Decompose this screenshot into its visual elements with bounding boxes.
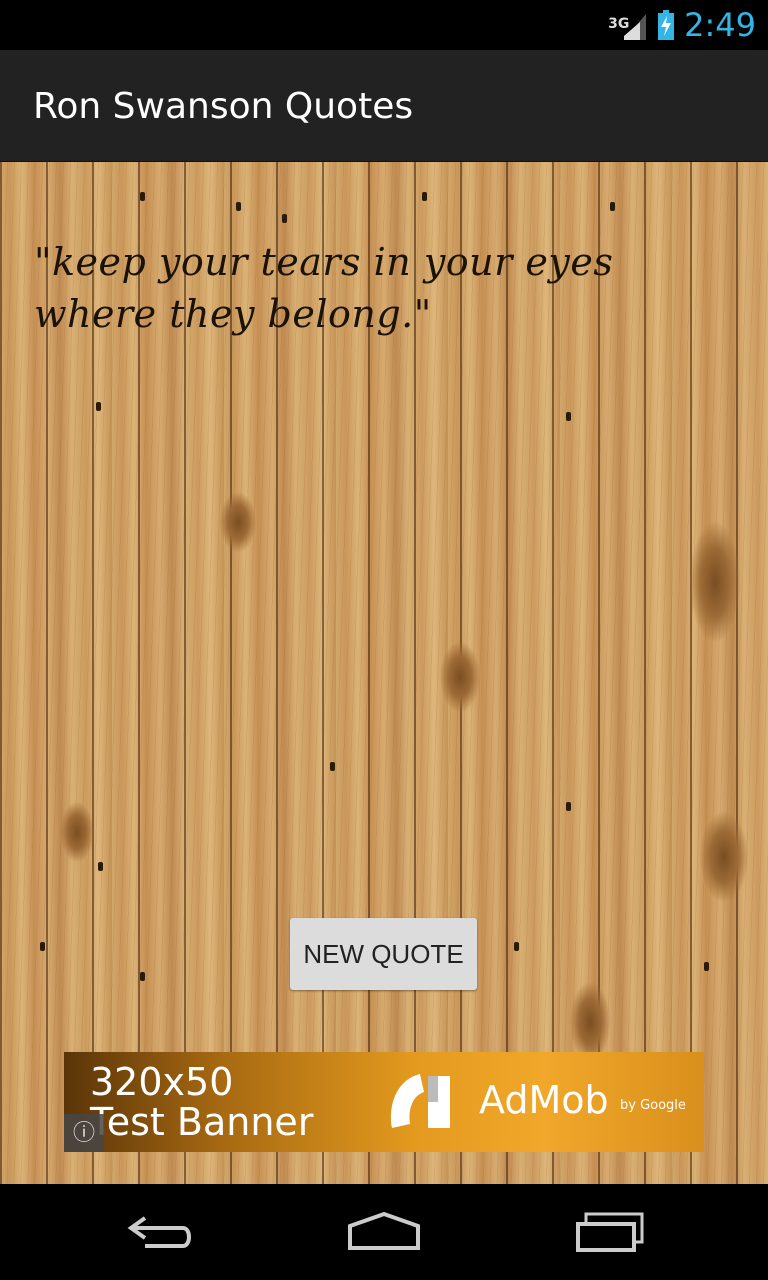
wood-background: "keep your tears in your eyes where they… [0, 162, 768, 1184]
nail [610, 202, 615, 211]
wood-knot [700, 812, 748, 902]
admob-label: AdMob [479, 1078, 609, 1122]
nail [96, 402, 101, 411]
nail [236, 202, 241, 211]
wood-knot [220, 492, 256, 552]
new-quote-button[interactable]: NEW QUOTE [290, 918, 477, 990]
app-title: Ron Swanson Quotes [33, 86, 414, 127]
nail [98, 862, 103, 871]
nail [282, 214, 287, 223]
ad-text: 320x50 Test Banner [90, 1062, 313, 1142]
ad-banner-text: Test Banner [90, 1100, 314, 1144]
nail [566, 412, 571, 421]
nail [140, 972, 145, 981]
nail [704, 962, 709, 971]
status-bar: 3G 2:49 [0, 0, 768, 50]
wood-knot [690, 522, 740, 642]
nail [40, 942, 45, 951]
back-icon[interactable] [115, 1204, 205, 1260]
wood-knot [570, 982, 610, 1062]
signal-icon: 3G [608, 8, 648, 42]
battery-charging-icon [658, 10, 675, 40]
nail [422, 192, 427, 201]
network-type: 3G [608, 16, 630, 32]
admob-by-google: by Google [620, 1098, 686, 1113]
ad-banner[interactable]: 320x50 Test Banner AdMob by Google ⓘ [64, 1052, 704, 1152]
wood-knot [440, 642, 480, 712]
nail [566, 802, 571, 811]
wood-knot [60, 802, 94, 862]
recent-apps-icon[interactable] [565, 1204, 655, 1260]
home-icon[interactable] [339, 1204, 429, 1260]
nav-bar [0, 1184, 768, 1280]
quote-text: "keep your tears in your eyes where they… [34, 240, 614, 336]
nail [330, 762, 335, 771]
status-icons: 3G 2:49 [608, 0, 756, 50]
admob-logo-icon [384, 1066, 460, 1138]
action-bar: Ron Swanson Quotes [0, 50, 768, 163]
nail [140, 192, 145, 201]
nail [514, 942, 519, 951]
info-icon[interactable]: ⓘ [64, 1114, 104, 1152]
clock: 2:49 [684, 6, 756, 44]
ad-size-text: 320x50 [90, 1060, 234, 1104]
